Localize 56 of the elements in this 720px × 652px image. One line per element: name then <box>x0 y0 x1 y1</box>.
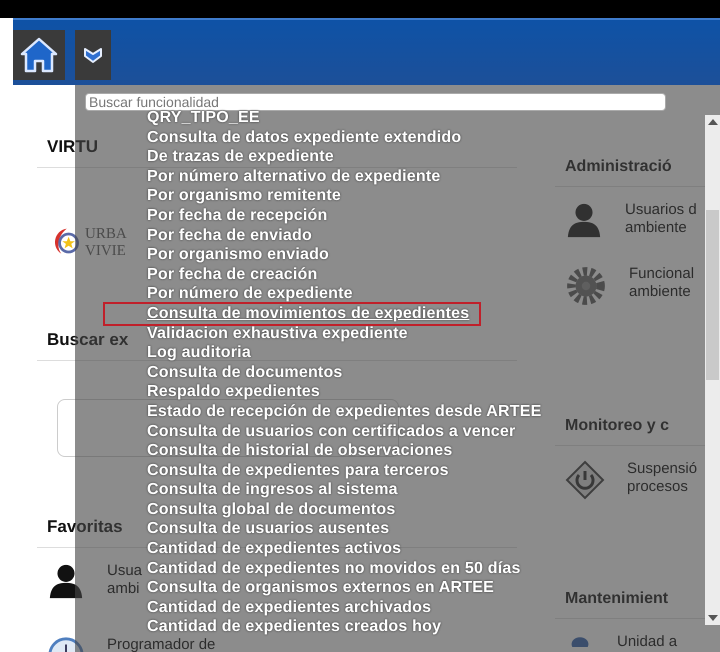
admin-link[interactable]: procesos <box>627 478 698 496</box>
admin-link[interactable]: Unidad a <box>617 633 678 651</box>
menu-item[interactable]: Consulta de usuarios ausentes <box>147 519 390 540</box>
menu-item[interactable]: Consulta de historial de observaciones <box>147 441 452 461</box>
admin-link[interactable]: Suspensió <box>627 460 698 478</box>
admin-link[interactable]: ambiente <box>625 219 697 237</box>
menu-item[interactable]: Cantidad de expedientes no movidos en 50 días <box>147 558 521 578</box>
user-icon <box>47 562 85 600</box>
menu-item[interactable]: Estado de recepción de expedientes desde ARTEE <box>147 402 542 422</box>
menu-item[interactable]: Consulta global de documentos <box>147 500 396 520</box>
search-field[interactable]: Buscar funcionalidad <box>85 93 666 111</box>
menu-item[interactable]: Por número alternativo de expediente <box>147 166 440 186</box>
menu-item[interactable]: Por fecha de creación <box>147 264 318 284</box>
section-title: VIRTU <box>47 137 98 157</box>
menu-item[interactable]: Respaldo expedientes <box>147 382 320 402</box>
section-title: Mantenimient <box>565 590 668 608</box>
menu-item[interactable]: Por organismo enviado <box>147 245 330 265</box>
power-icon <box>565 460 605 500</box>
admin-link[interactable]: Usuarios d <box>625 201 697 219</box>
menu-item[interactable]: QRY_TIPO_EE <box>147 108 260 128</box>
home-button[interactable] <box>13 30 65 80</box>
menu-item[interactable]: Consulta de movimientos de expedientes <box>105 304 480 324</box>
scroll-thumb[interactable] <box>706 210 719 380</box>
menu-item[interactable]: Consulta de usuarios con certificados a vencer <box>147 422 516 442</box>
user-icon <box>565 201 603 239</box>
section-title: Monitoreo y c <box>565 417 670 435</box>
logo-text: VIVIE <box>85 243 125 260</box>
favorite-link[interactable]: ambi <box>107 580 142 598</box>
gear-icon <box>565 265 607 307</box>
menu-item[interactable]: Validacion exhaustiva expediente <box>147 324 408 344</box>
house-icon <box>18 35 60 75</box>
menu-item[interactable]: Por número de expediente <box>147 284 353 304</box>
scrollbar[interactable] <box>705 115 720 625</box>
scroll-up-icon[interactable] <box>708 119 718 125</box>
menu-item[interactable]: Consulta de documentos <box>147 362 343 382</box>
menu-item[interactable]: Cantidad de expedientes archivados <box>147 598 432 618</box>
menu-item[interactable]: Por fecha de recepción <box>147 206 328 226</box>
section-title: Administració <box>565 158 672 176</box>
menu-item[interactable]: Consulta de datos expediente extendido <box>147 128 462 148</box>
menu-item[interactable]: Cantidad de expedientes creados hoy <box>147 617 442 638</box>
favorite-link[interactable]: Usua <box>107 562 142 580</box>
shield-icon <box>83 45 103 65</box>
menu-item[interactable]: Consulta de organismos externos en ARTEE <box>147 578 494 598</box>
admin-link[interactable]: Funcional <box>629 265 694 283</box>
menu-button[interactable] <box>75 30 111 80</box>
menu-item[interactable]: Cantidad de expedientes activos <box>147 539 402 559</box>
menu-item[interactable]: Por fecha de enviado <box>147 226 312 246</box>
menu-item[interactable]: Consulta de ingresos al sistema <box>147 480 398 500</box>
favorite-link[interactable]: Programador de <box>107 636 216 652</box>
menu-item[interactable]: Consulta de expedientes para terceros <box>147 460 449 480</box>
menu-item[interactable]: Log auditoria <box>147 343 251 363</box>
menu-item[interactable]: Por organismo remitente <box>147 186 341 206</box>
menu-item[interactable]: De trazas de expediente <box>147 147 334 167</box>
logo-text: URBA <box>85 226 125 243</box>
admin-link[interactable]: ambiente <box>629 283 694 301</box>
scroll-down-icon[interactable] <box>708 615 718 621</box>
